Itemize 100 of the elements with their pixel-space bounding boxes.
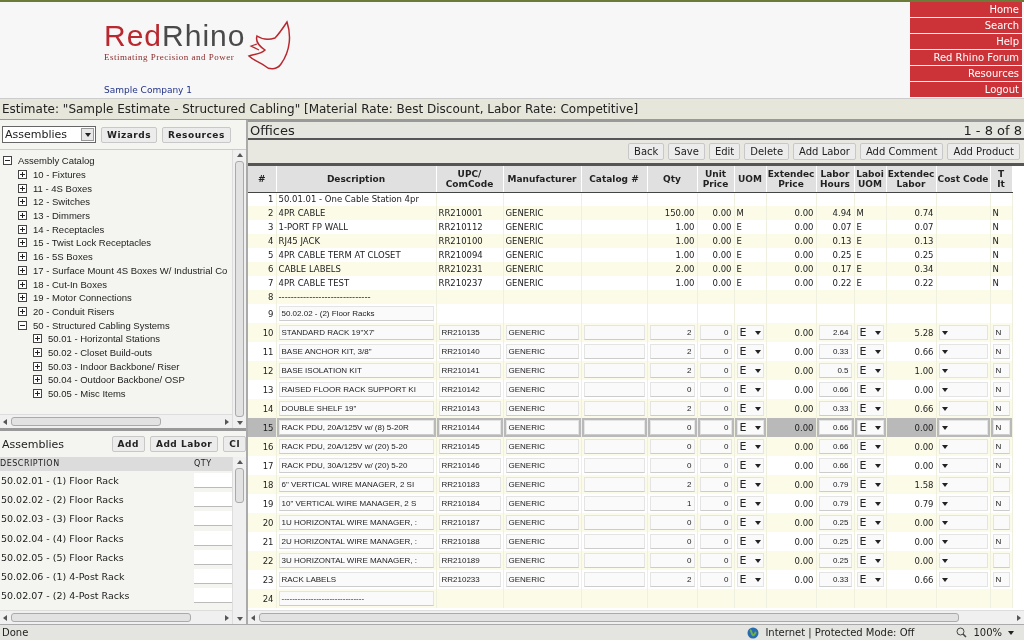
dropdown[interactable]: E — [856, 325, 884, 340]
input-field[interactable]: 0.25 — [818, 553, 852, 568]
expand-icon[interactable] — [18, 238, 27, 248]
toolbar-button[interactable]: Add Product — [947, 143, 1020, 160]
list-item[interactable]: 50.02.01 - (1) Floor Rack — [0, 475, 194, 487]
dropdown[interactable]: E — [736, 439, 764, 454]
tree-item[interactable]: 50.03 - Indoor Backbone/ Riser — [48, 360, 180, 372]
input-field[interactable]: 0 — [699, 401, 732, 416]
input-field[interactable]: ------------------------------- — [278, 591, 434, 606]
input-field[interactable] — [194, 569, 232, 585]
input-field[interactable]: N — [992, 534, 1010, 549]
nav-link[interactable]: Search — [910, 18, 1022, 33]
nav-link[interactable]: Home — [910, 2, 1022, 17]
dropdown[interactable]: E — [736, 572, 764, 587]
dropdown[interactable] — [938, 572, 988, 587]
list-item[interactable]: 50.02.07 - (2) 4-Post Racks — [0, 590, 194, 602]
table-row[interactable]: 11 BASE ANCHOR KIT, 3/8" RR210140 GENERIC 2 0 E 0.00 0.33 E 0.66 N — [248, 342, 1012, 361]
dropdown[interactable]: E — [736, 515, 764, 530]
input-field[interactable]: 1 — [649, 496, 695, 511]
input-field[interactable] — [194, 530, 232, 546]
input-field[interactable]: GENERIC — [505, 572, 579, 587]
expand-icon[interactable] — [18, 252, 27, 262]
input-field[interactable]: 2 — [649, 477, 695, 492]
expand-icon[interactable] — [33, 361, 42, 371]
tree-item[interactable]: 50.04 - Outdoor Backbone/ OSP — [48, 374, 185, 386]
expand-icon[interactable] — [18, 306, 27, 316]
input-field[interactable] — [194, 511, 232, 527]
arrow-up-icon[interactable] — [236, 460, 243, 464]
table-row[interactable]: 10 STANDARD RACK 19"X7' RR210135 GENERIC 2 0 E 0.00 2.64 E 5.28 N — [248, 323, 1012, 342]
input-field[interactable]: 2 — [649, 325, 695, 340]
scrollbar-thumb[interactable] — [11, 613, 191, 622]
dropdown[interactable]: E — [856, 363, 884, 378]
table-row[interactable]: 12 BASE ISOLATION KIT RR210141 GENERIC 2 0 E 0.00 0.5 E 1.00 N — [248, 361, 1012, 380]
dropdown[interactable]: E — [736, 325, 764, 340]
dropdown[interactable]: E — [856, 477, 884, 492]
dropdown[interactable] — [938, 496, 988, 511]
horizontal-scrollbar[interactable] — [248, 610, 1024, 624]
table-row[interactable]: 24 ------------------------------- — [248, 589, 1012, 608]
table-row[interactable]: 21 2U HORIZONTAL WIRE MANAGER, : RR210188 GENERIC 0 0 E 0.00 0.25 E 0.00 N — [248, 532, 1012, 551]
dropdown[interactable] — [938, 420, 988, 435]
table-row[interactable]: 2 4PR CABLE RR210001 GENERIC 150.00 0.00 M 0.00 4.94 M 0.74 N — [248, 206, 1012, 220]
scrollbar-thumb[interactable] — [11, 417, 161, 426]
toolbar-button[interactable]: Back — [628, 143, 665, 160]
nav-link[interactable]: Resources — [910, 66, 1022, 81]
input-field[interactable]: RR210140 — [438, 344, 501, 359]
tree-item[interactable]: 14 - Receptacles — [33, 223, 105, 235]
arrow-right-icon[interactable] — [1017, 614, 1021, 621]
tree-item[interactable]: 12 - Switches — [33, 196, 91, 208]
input-field[interactable]: BASE ISOLATION KIT — [278, 363, 434, 378]
input-field[interactable]: RACK LABELS — [278, 572, 434, 587]
arrow-down-icon[interactable] — [236, 421, 243, 425]
input-field[interactable]: GENERIC — [505, 496, 579, 511]
input-field[interactable]: GENERIC — [505, 382, 579, 397]
input-field[interactable]: RR210143 — [438, 401, 501, 416]
input-field[interactable]: 0 — [649, 534, 695, 549]
toolbar-button[interactable]: Resources — [162, 126, 231, 143]
tree-item[interactable]: 19 - Motor Connections — [33, 292, 132, 304]
input-field[interactable]: RR210135 — [438, 325, 501, 340]
arrow-right-icon[interactable] — [225, 614, 229, 621]
toolbar-button[interactable]: Add Labor — [793, 143, 856, 160]
vertical-scrollbar[interactable] — [232, 150, 246, 428]
arrow-left-icon[interactable] — [3, 418, 7, 425]
tree-item[interactable]: 13 - Dimmers — [33, 210, 90, 222]
input-field[interactable] — [194, 473, 232, 489]
input-field[interactable]: 0 — [699, 534, 732, 549]
dropdown[interactable] — [938, 515, 988, 530]
tree-item[interactable]: 50.02 - Closet Build-outs — [48, 346, 153, 358]
input-field[interactable]: RR210141 — [438, 363, 501, 378]
toolbar-button[interactable]: Edit — [708, 143, 741, 160]
scrollbar-thumb[interactable] — [235, 468, 244, 503]
expand-icon[interactable] — [33, 389, 42, 399]
table-row[interactable]: 20 1U HORIZONTAL WIRE MANAGER, : RR210187 GENERIC 0 0 E 0.00 0.25 E 0.00 — [248, 513, 1012, 532]
dropdown[interactable] — [938, 344, 988, 359]
dropdown[interactable]: Assemblies — [2, 126, 96, 143]
list-item[interactable]: 50.02.04 - (4) Floor Racks — [0, 532, 194, 544]
input-field[interactable]: GENERIC — [505, 420, 579, 435]
tree-item[interactable]: 50 - Structured Cabling Systems — [33, 319, 170, 331]
input-field[interactable]: RACK PDU, 20A/125V w/ (8) 5-20R — [278, 420, 434, 435]
input-field[interactable]: GENERIC — [505, 325, 579, 340]
input-field[interactable]: 2 — [649, 344, 695, 359]
toolbar-button[interactable]: Save — [668, 143, 705, 160]
input-field[interactable]: 0.33 — [818, 572, 852, 587]
input-field[interactable]: 0 — [699, 496, 732, 511]
dropdown[interactable] — [938, 439, 988, 454]
input-field[interactable]: 0 — [699, 572, 732, 587]
tree-item[interactable]: 50.05 - Misc Items — [48, 388, 126, 400]
dropdown[interactable] — [938, 382, 988, 397]
input-field[interactable]: 0.79 — [818, 477, 852, 492]
input-field[interactable]: RR210189 — [438, 553, 501, 568]
toolbar-button[interactable]: Delete — [744, 143, 790, 160]
input-field[interactable]: 0 — [699, 439, 732, 454]
dropdown[interactable]: E — [856, 382, 884, 397]
input-field[interactable]: GENERIC — [505, 534, 579, 549]
input-field[interactable]: 2.64 — [818, 325, 852, 340]
input-field[interactable]: 0 — [649, 439, 695, 454]
dropdown[interactable] — [938, 534, 988, 549]
input-field[interactable]: N — [992, 401, 1010, 416]
input-field[interactable]: 2 — [649, 572, 695, 587]
dropdown[interactable]: E — [736, 401, 764, 416]
input-field[interactable]: 6" VERTICAL WIRE MANAGER, 2 SI — [278, 477, 434, 492]
